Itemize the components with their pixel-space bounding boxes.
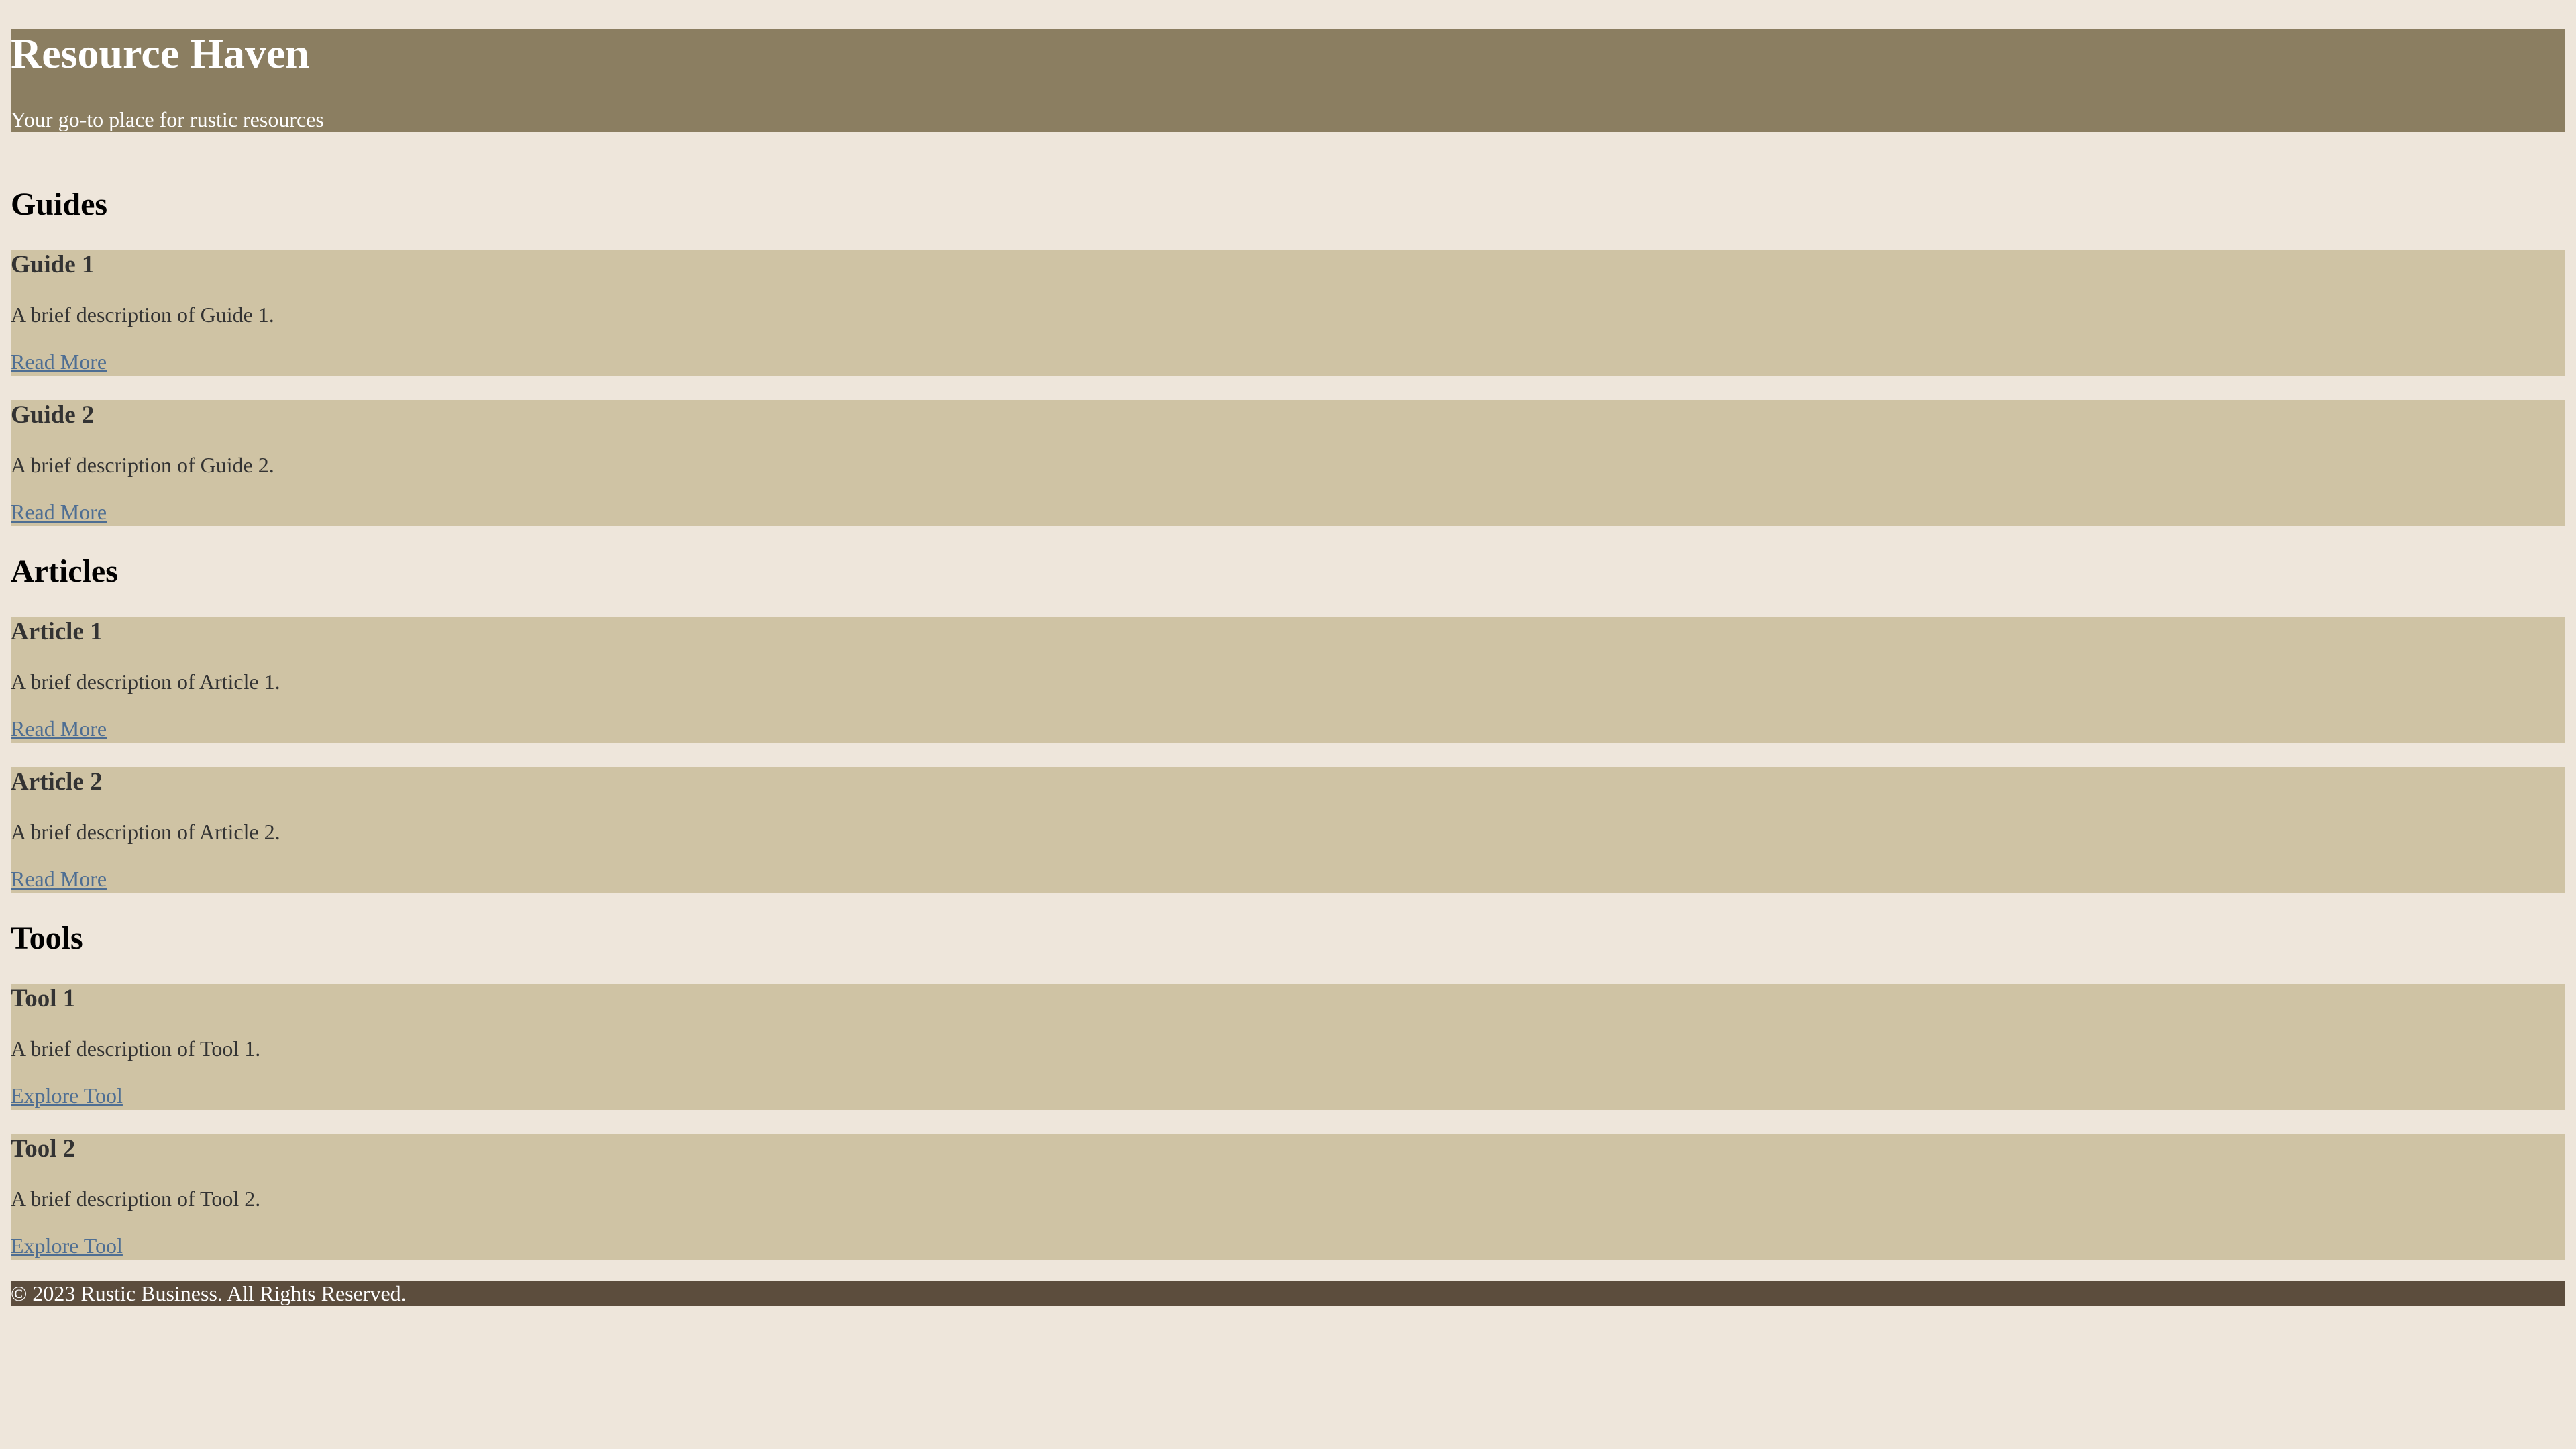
site-tagline: Your go-to place for rustic resources	[11, 107, 324, 131]
card-article-2: Article 2 A brief description of Article…	[11, 767, 2565, 893]
section-articles: Articles Article 1 A brief description o…	[11, 553, 2565, 893]
card-tool-2: Tool 2 A brief description of Tool 2. Ex…	[11, 1134, 2565, 1260]
read-more-link[interactable]: Read More	[11, 716, 107, 741]
card-article-1: Article 1 A brief description of Article…	[11, 617, 2565, 743]
footer-copyright: © 2023 Rustic Business. All Rights Reser…	[11, 1281, 407, 1305]
card-title: Article 2	[11, 768, 103, 796]
section-tools: Tools Tool 1 A brief description of Tool…	[11, 920, 2565, 1260]
read-more-link[interactable]: Read More	[11, 867, 107, 892]
card-title: Tool 1	[11, 985, 76, 1012]
card-title: Guide 2	[11, 401, 95, 429]
section-title-articles: Articles	[11, 553, 118, 589]
card-title: Tool 2	[11, 1135, 76, 1163]
section-title-guides: Guides	[11, 186, 108, 222]
page-content: Resource Haven Your go-to place for rust…	[11, 29, 2565, 1306]
card-title: Guide 1	[11, 251, 95, 278]
card-title: Article 1	[11, 618, 103, 645]
card-description: A brief description of Article 2.	[11, 820, 280, 844]
card-guide-2: Guide 2 A brief description of Guide 2. …	[11, 400, 2565, 526]
read-more-link[interactable]: Read More	[11, 350, 107, 374]
explore-tool-link[interactable]: Explore Tool	[11, 1083, 123, 1108]
card-description: A brief description of Article 1.	[11, 669, 280, 694]
card-description: A brief description of Guide 2.	[11, 453, 274, 477]
section-title-tools: Tools	[11, 920, 83, 956]
read-more-link[interactable]: Read More	[11, 500, 107, 525]
card-description: A brief description of Guide 1.	[11, 303, 274, 327]
explore-tool-link[interactable]: Explore Tool	[11, 1234, 123, 1258]
card-description: A brief description of Tool 1.	[11, 1036, 261, 1061]
card-guide-1: Guide 1 A brief description of Guide 1. …	[11, 250, 2565, 376]
card-tool-1: Tool 1 A brief description of Tool 1. Ex…	[11, 984, 2565, 1110]
site-header: Resource Haven Your go-to place for rust…	[11, 29, 2565, 132]
section-guides: Guides Guide 1 A brief description of Gu…	[11, 186, 2565, 526]
card-description: A brief description of Tool 2.	[11, 1187, 261, 1211]
site-title: Resource Haven	[11, 30, 309, 77]
site-footer: © 2023 Rustic Business. All Rights Reser…	[11, 1281, 2565, 1306]
